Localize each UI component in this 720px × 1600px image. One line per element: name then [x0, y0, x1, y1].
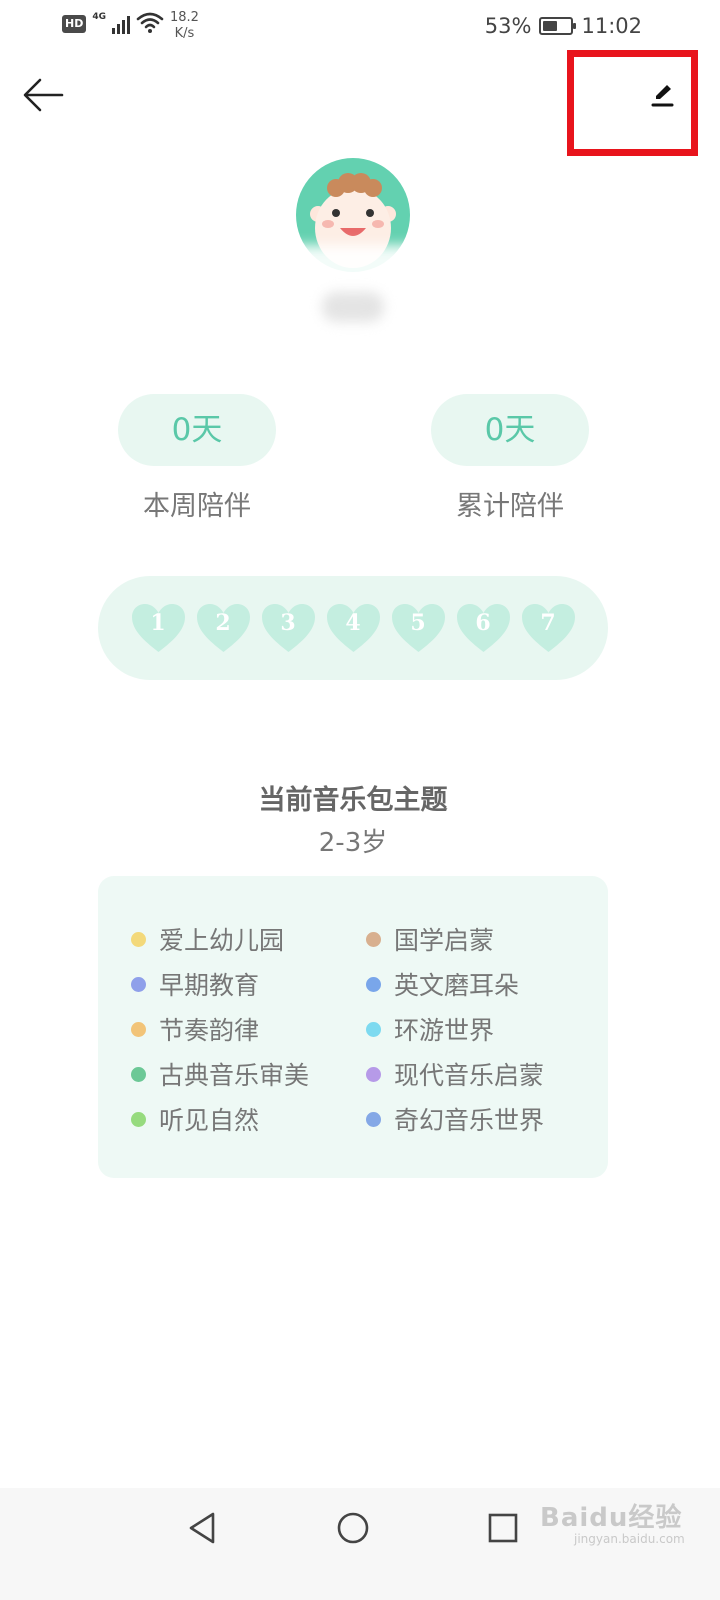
theme-item: 国学启蒙: [366, 922, 494, 956]
heart-number: 5: [410, 610, 426, 636]
status-right: 53% 11:02: [485, 14, 642, 38]
stat-this-week: 0天 本周陪伴: [118, 394, 276, 523]
battery-icon: [539, 17, 577, 35]
pencil-icon[interactable]: [648, 80, 676, 110]
theme-item: 爱上幼儿园: [131, 922, 284, 956]
status-left: HD 4G 18.2 K/s: [62, 10, 199, 42]
theme-dot: [131, 1021, 146, 1037]
avatar-blur-overlay: [280, 245, 430, 285]
status-bar: HD 4G 18.2 K/s 53% 11:02: [0, 0, 720, 54]
theme-dot: [366, 976, 381, 992]
arrow-left-icon[interactable]: [20, 72, 66, 118]
stat-value: 0天: [431, 394, 589, 466]
clock: 11:02: [581, 14, 642, 38]
theme-item: 英文磨耳朵: [366, 967, 519, 1001]
triangle-back-icon[interactable]: [181, 1506, 225, 1550]
heart-day-2: 2: [195, 602, 252, 654]
theme-label: 古典音乐审美: [159, 1061, 310, 1090]
heart-day-3: 3: [260, 602, 317, 654]
theme-label: 英文磨耳朵: [394, 971, 520, 1000]
square-recent-icon[interactable]: [481, 1506, 525, 1550]
stat-total: 0天 累计陪伴: [431, 394, 589, 523]
weekly-hearts-bar: 1 2 3 4 5 6 7: [98, 576, 608, 680]
theme-dot: [131, 976, 146, 992]
theme-dot: [366, 931, 381, 947]
theme-label: 听见自然: [159, 1106, 260, 1135]
theme-dot: [131, 1066, 146, 1082]
hd-badge: HD: [62, 15, 87, 33]
theme-item: 早期教育: [131, 967, 259, 1001]
theme-dot: [366, 1066, 381, 1082]
theme-item: 听见自然: [131, 1102, 259, 1136]
heart-number: 1: [150, 610, 166, 636]
edit-highlight-box: [567, 50, 698, 156]
watermark-sub: jingyan.baidu.com: [574, 1532, 685, 1546]
theme-title: 当前音乐包主题: [258, 785, 448, 816]
theme-dot: [366, 1021, 381, 1037]
stat-label: 累计陪伴: [456, 491, 564, 522]
theme-dot: [131, 1111, 146, 1127]
theme-item: 奇幻音乐世界: [366, 1102, 544, 1136]
watermark-main: Baidu经验: [540, 1503, 683, 1533]
heart-day-6: 6: [455, 602, 512, 654]
battery-fill: [543, 21, 558, 31]
signal-icon: [112, 12, 130, 34]
theme-card: 爱上幼儿园 国学启蒙早期教育 英文磨耳朵节奏韵律 环游世界古典音乐审美 现代音乐启蒙听见…: [98, 876, 608, 1178]
theme-item: 环游世界: [366, 1012, 494, 1046]
theme-age: 2-3岁: [318, 828, 388, 858]
stat-label: 本周陪伴: [143, 491, 251, 522]
theme-label: 环游世界: [394, 1016, 495, 1045]
heart-number: 2: [215, 610, 231, 636]
speed-value: 18.2: [170, 10, 199, 25]
heart-day-1: 1: [130, 602, 187, 654]
theme-dot: [366, 1111, 381, 1127]
theme-item: 节奏韵律: [131, 1012, 259, 1046]
theme-item: 现代音乐启蒙: [366, 1057, 544, 1091]
battery-percent: 53%: [484, 14, 532, 38]
nickname-blurred: [322, 292, 384, 322]
theme-label: 早期教育: [159, 971, 260, 1000]
heart-day-5: 5: [390, 602, 447, 654]
theme-label: 奇幻音乐世界: [394, 1106, 545, 1135]
network-type: 4G: [92, 12, 106, 22]
heart-number: 7: [540, 610, 556, 636]
circle-home-icon[interactable]: [331, 1506, 375, 1550]
theme-label: 现代音乐启蒙: [394, 1061, 545, 1090]
speed-unit: K/s: [174, 26, 195, 41]
heart-number: 3: [280, 610, 296, 636]
heart-day-7: 7: [520, 602, 577, 654]
heart-day-4: 4: [325, 602, 382, 654]
wifi-icon: [136, 12, 164, 33]
theme-item: 古典音乐审美: [131, 1057, 309, 1091]
heart-number: 6: [475, 610, 491, 636]
theme-dot: [131, 931, 146, 947]
stat-value: 0天: [118, 394, 276, 466]
heart-number: 4: [345, 610, 361, 636]
theme-label: 爱上幼儿园: [159, 926, 285, 955]
theme-label: 国学启蒙: [394, 926, 495, 955]
theme-label: 节奏韵律: [159, 1016, 260, 1045]
baidu-watermark: Baidu经验 jingyan.baidu.com: [540, 1497, 690, 1557]
network-speed: 18.2 K/s: [170, 10, 199, 42]
